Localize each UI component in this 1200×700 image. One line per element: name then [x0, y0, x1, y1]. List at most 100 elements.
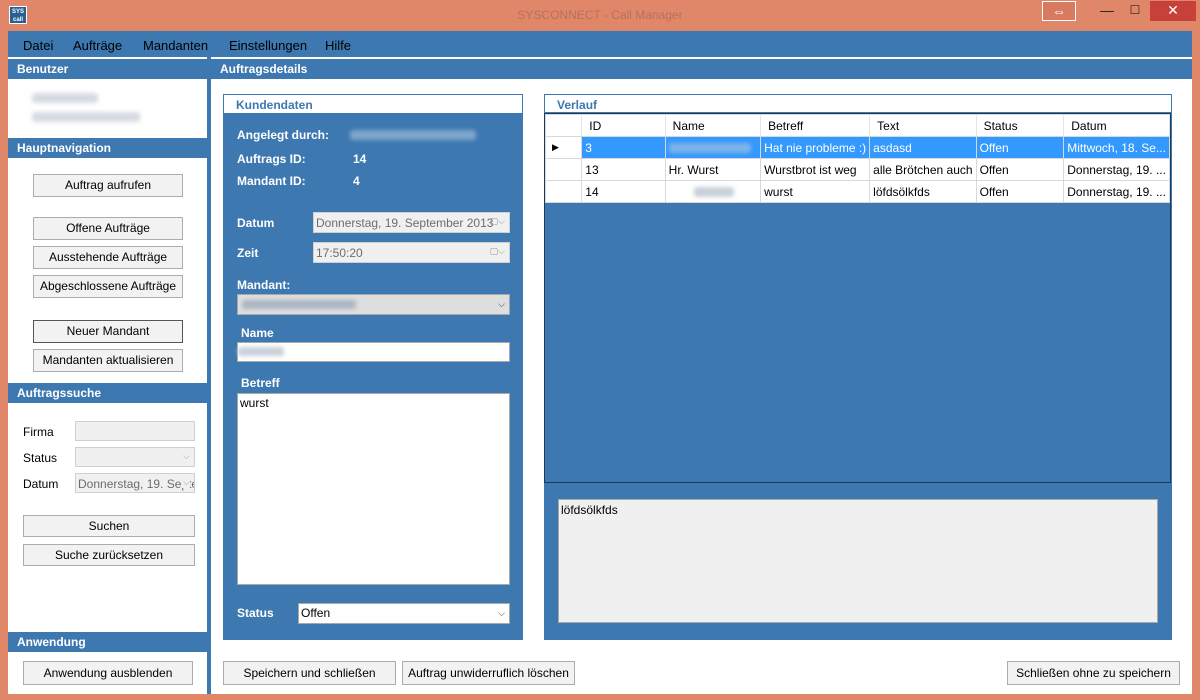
cell-datum[interactable]: Mittwoch, 18. Se... — [1063, 136, 1170, 159]
search-button[interactable]: Suchen — [23, 515, 195, 537]
name-blurred — [693, 186, 734, 197]
menu-mandanten[interactable]: Mandanten — [143, 38, 208, 53]
verlauf-title: Verlauf — [545, 95, 1171, 112]
mandanten-aktualisieren-button[interactable]: Mandanten aktualisieren — [33, 349, 183, 372]
close-without-save-button[interactable]: Schließen ohne zu speichern — [1007, 661, 1180, 685]
cell-id[interactable]: 3 — [581, 136, 666, 159]
ausstehende-auftraege-button[interactable]: Ausstehende Aufträge — [33, 246, 183, 269]
row-header — [544, 180, 583, 203]
row-header-corner — [544, 114, 583, 137]
datum-picker[interactable]: Donnerstag, 19. September 2013 ▢⌵ — [313, 212, 510, 233]
datum-search-label: Datum — [23, 477, 59, 491]
table-header-row: ID Name Betreff Text Status Datum — [544, 114, 1170, 137]
cell-text[interactable]: alle Brötchen auch — [869, 158, 977, 181]
cell-name[interactable] — [664, 136, 762, 159]
status-select[interactable]: Offen ⌵ — [298, 603, 510, 624]
neuer-mandant-button[interactable]: Neuer Mandant — [33, 320, 183, 343]
abgeschlossene-auftraege-button[interactable]: Abgeschlossene Aufträge — [33, 275, 183, 298]
auftrags-id-label: Auftrags ID: — [237, 152, 306, 166]
delete-order-button[interactable]: Auftrag unwiderruflich löschen — [402, 661, 575, 685]
menu-bar: Datei Aufträge Mandanten Einstellungen H… — [8, 31, 1192, 57]
cell-betreff[interactable]: wurst — [760, 180, 871, 203]
verlauf-detail-text[interactable]: löfdsölkfds — [558, 499, 1158, 623]
chevron-down-icon: ⌵ — [498, 608, 505, 618]
menu-einstellungen[interactable]: Einstellungen — [229, 38, 307, 53]
anwendung-ausblenden-button[interactable]: Anwendung ausblenden — [23, 661, 193, 685]
cell-betreff[interactable]: Wurstbrot ist weg — [760, 158, 871, 181]
minimize-button[interactable]: — — [1094, 1, 1120, 21]
firma-label: Firma — [23, 425, 54, 439]
cell-datum[interactable]: Donnerstag, 19. ... — [1063, 158, 1170, 181]
mandant-select[interactable]: ⌵ — [237, 294, 510, 315]
cell-text[interactable]: löfdsölkfds — [869, 180, 977, 203]
cell-id[interactable]: 13 — [581, 158, 666, 181]
kundendaten-title: Kundendaten — [224, 95, 522, 113]
zeit-value: 17:50:20 — [316, 246, 363, 260]
zeit-picker[interactable]: 17:50:20 ▢⌵ — [313, 242, 510, 263]
column-header-id[interactable]: ID — [581, 114, 666, 137]
save-close-button[interactable]: Speichern und schließen — [223, 661, 396, 685]
menu-datei[interactable]: Datei — [23, 38, 53, 53]
menu-auftraege[interactable]: Aufträge — [73, 38, 122, 53]
angelegt-value-blurred — [350, 130, 476, 140]
name-label: Name — [241, 326, 274, 340]
cell-text[interactable]: asdasd — [869, 136, 977, 159]
spinner-icon: ▢⌵ — [489, 246, 505, 256]
maximize-button[interactable]: ☐ — [1122, 1, 1148, 21]
splitter[interactable] — [207, 57, 211, 694]
datum-search-picker[interactable]: Donnerstag, 19. September 2013⌵ — [75, 473, 195, 493]
cell-betreff[interactable]: Hat nie probleme :) — [760, 136, 871, 159]
table-row[interactable]: ▶ 3 Hat nie probleme :) asdasd Offen Mit… — [544, 136, 1170, 159]
menu-hilfe[interactable]: Hilfe — [325, 38, 351, 53]
verlauf-grid[interactable]: ID Name Betreff Text Status Datum ▶ 3 Ha… — [544, 113, 1171, 483]
mandant-id-label: Mandant ID: — [237, 174, 306, 188]
calendar-icon: ▢⌵ — [489, 216, 505, 226]
auftragssuche-header: Auftragssuche — [8, 383, 207, 403]
cell-name[interactable]: Hr. Wurst — [664, 158, 762, 181]
cell-name[interactable] — [664, 180, 762, 203]
status-search-select[interactable]: ⌵ — [75, 447, 195, 467]
cell-id[interactable]: 14 — [581, 180, 666, 203]
restore-button[interactable]: ⇔ — [1042, 1, 1076, 21]
datum-label: Datum — [237, 216, 275, 230]
auftrag-aufrufen-button[interactable]: Auftrag aufrufen — [33, 174, 183, 197]
table-row[interactable]: 13 Hr. Wurst Wurstbrot ist weg alle Bröt… — [544, 158, 1170, 181]
close-button[interactable]: ✕ — [1150, 1, 1196, 21]
reset-search-button[interactable]: Suche zurücksetzen — [23, 544, 195, 566]
window-title: SYSCONNECT - Call Manager — [517, 8, 683, 22]
column-header-text[interactable]: Text — [869, 114, 977, 137]
column-header-datum[interactable]: Datum — [1063, 114, 1170, 137]
cell-status[interactable]: Offen — [975, 158, 1065, 181]
firma-input[interactable] — [75, 421, 195, 441]
mandant-id-value: 4 — [353, 174, 360, 188]
chevron-down-icon: ⌵ — [498, 299, 505, 309]
user-name-blurred — [32, 112, 140, 122]
datum-search-value: Donnerstag, 19. September 2013 — [78, 477, 194, 491]
betreff-value: wurst — [240, 396, 269, 410]
name-blurred — [668, 142, 751, 153]
mandant-label: Mandant: — [237, 278, 291, 292]
table-row[interactable]: 14 wurst löfdsölkfds Offen Donnerstag, 1… — [544, 180, 1170, 203]
column-header-betreff[interactable]: Betreff — [760, 114, 871, 137]
auftragsdetails-header: Auftragsdetails — [211, 59, 1192, 79]
column-header-status[interactable]: Status — [975, 114, 1065, 137]
column-header-name[interactable]: Name — [664, 114, 762, 137]
status-label: Status — [237, 606, 274, 620]
cell-status[interactable]: Offen — [975, 136, 1065, 159]
chevron-down-icon: ⌵ — [183, 451, 190, 461]
offene-auftraege-button[interactable]: Offene Aufträge — [33, 217, 183, 240]
name-input[interactable] — [237, 342, 510, 362]
verlauf-table: ID Name Betreff Text Status Datum ▶ 3 Ha… — [544, 114, 1170, 203]
cell-status[interactable]: Offen — [975, 180, 1065, 203]
betreff-label: Betreff — [241, 376, 280, 390]
mandant-value-blurred — [242, 300, 356, 309]
hauptnavigation-header: Hauptnavigation — [8, 138, 207, 158]
user-id-blurred — [32, 93, 98, 103]
status-search-label: Status — [23, 451, 58, 465]
betreff-textarea[interactable]: wurst — [237, 393, 510, 585]
chevron-down-icon: ⌵ — [181, 477, 190, 488]
verlauf-detail-value: löfdsölkfds — [561, 503, 618, 517]
cell-datum[interactable]: Donnerstag, 19. ... — [1063, 180, 1170, 203]
row-pointer-icon: ▶ — [544, 136, 583, 159]
row-header — [544, 158, 583, 181]
